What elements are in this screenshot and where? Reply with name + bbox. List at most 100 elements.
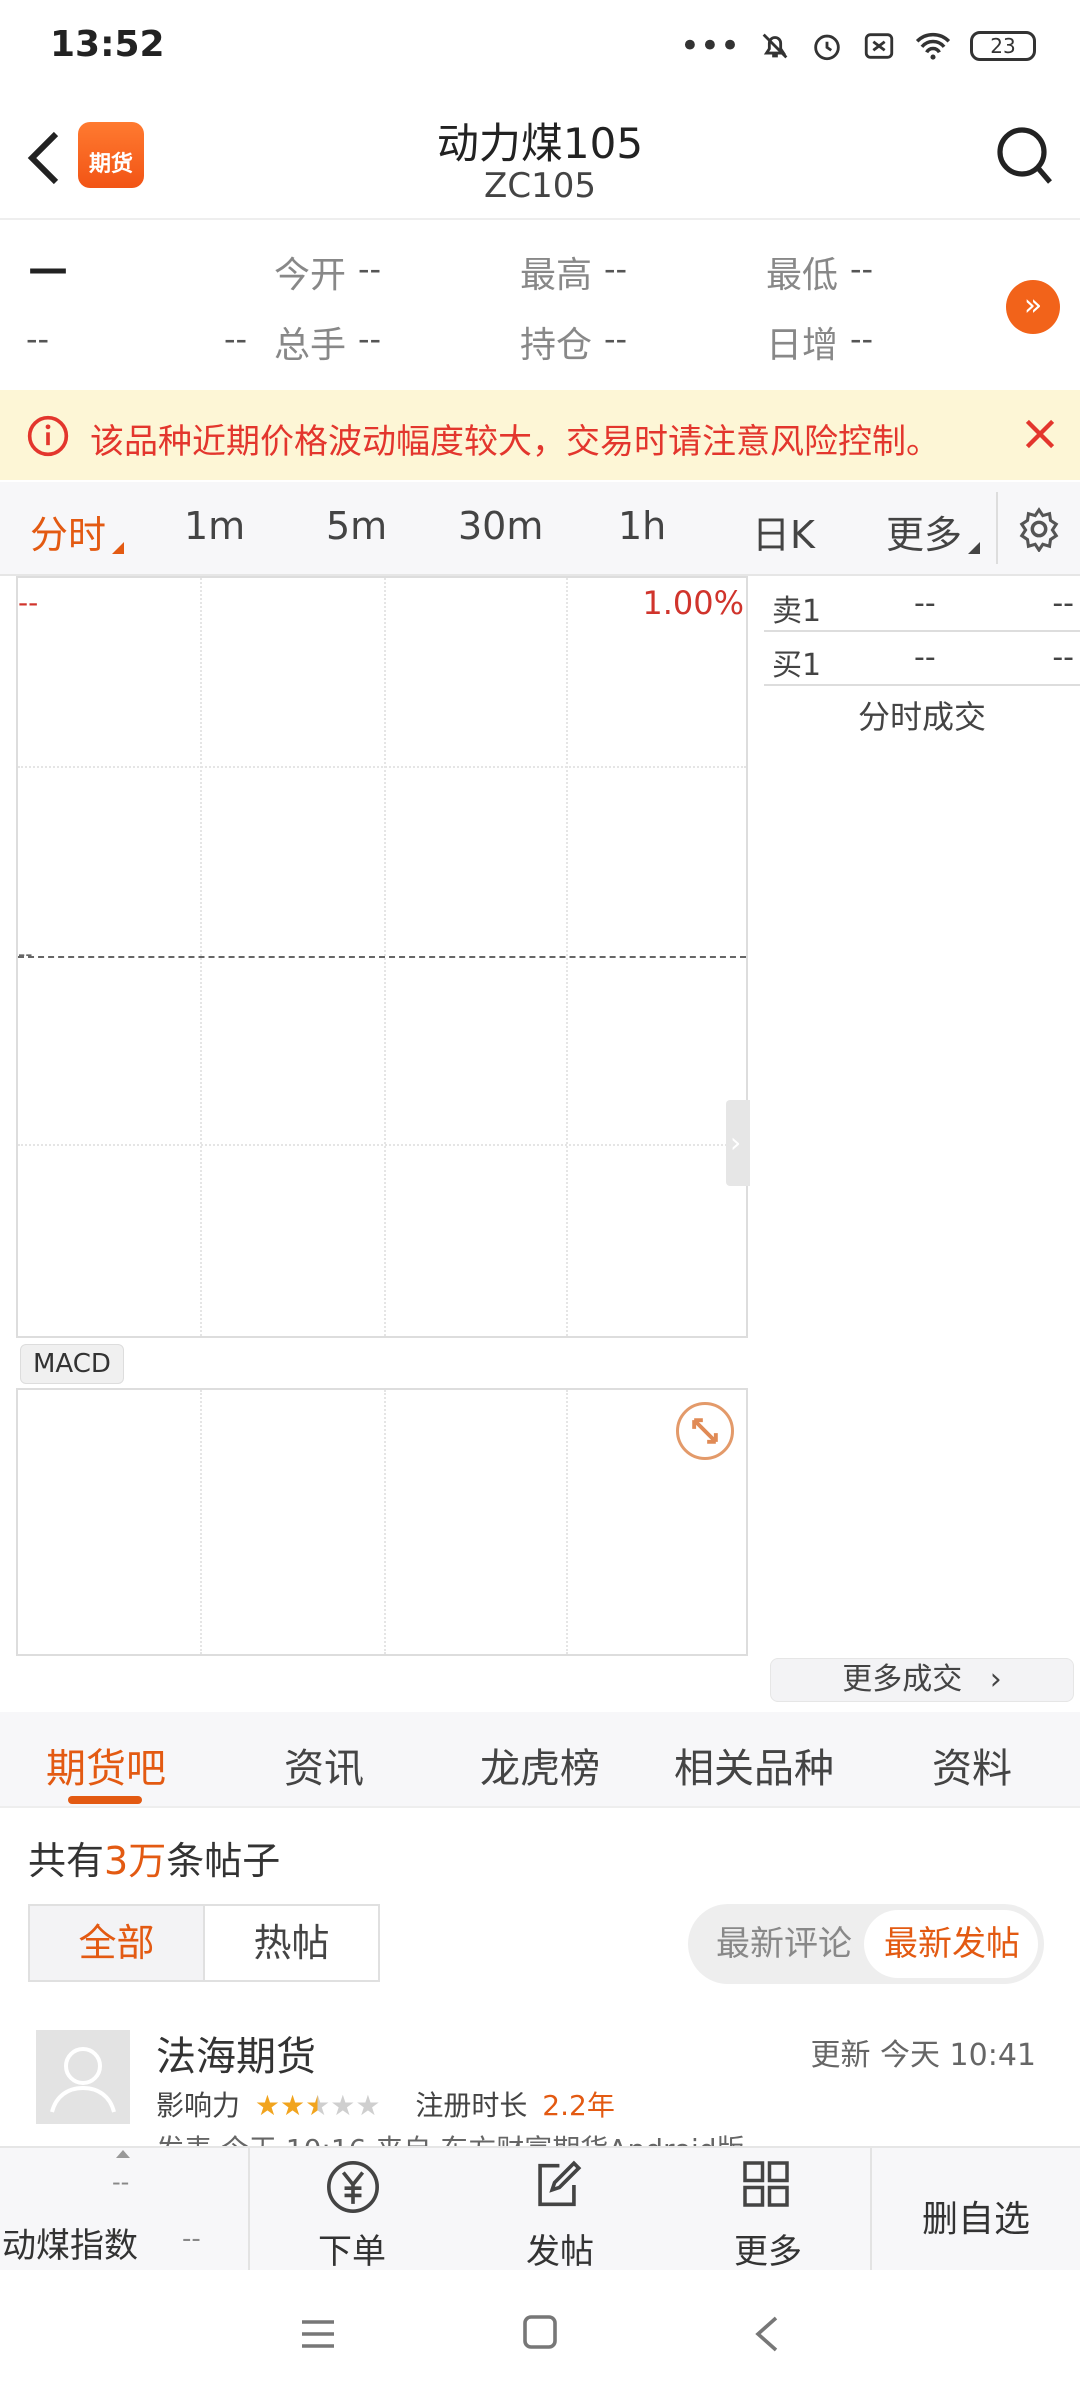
ask-1-label: 卖1 bbox=[772, 594, 822, 629]
tab-info[interactable]: 资料 bbox=[932, 1736, 1012, 1794]
nav-header: 期货 动力煤105 ZC105 bbox=[0, 96, 1080, 220]
status-time: 13:52 bbox=[50, 24, 165, 65]
chart-handle[interactable]: › bbox=[726, 1100, 750, 1186]
tab-news[interactable]: 资讯 bbox=[284, 1736, 364, 1794]
expand-quote-button[interactable]: » bbox=[1006, 280, 1060, 334]
info-icon bbox=[27, 415, 69, 457]
alarm-icon bbox=[814, 34, 840, 61]
yen-circle-icon bbox=[327, 2161, 379, 2213]
post-count-number: 3万 bbox=[104, 1839, 167, 1883]
chart-gridline bbox=[384, 1390, 386, 1654]
page-title: 动力煤105 bbox=[436, 119, 644, 168]
tab-timeframe-1h[interactable]: 1h bbox=[618, 504, 666, 548]
post-username[interactable]: 法海期货 bbox=[156, 2024, 316, 2082]
open-interest-value: -- bbox=[604, 320, 628, 358]
tab-timeframe-daily[interactable]: 日K bbox=[752, 504, 815, 559]
caret-up-icon bbox=[116, 2150, 130, 2158]
registration-label: 注册时长 bbox=[415, 2089, 528, 2122]
home-icon[interactable] bbox=[522, 2314, 558, 2350]
new-post-label: 发帖 bbox=[526, 2232, 594, 2272]
battery-icon: 23 bbox=[970, 31, 1036, 61]
quote-panel: — -- -- 今开 -- 最高 -- 最低 -- 总手 -- 持仓 -- 日增… bbox=[0, 222, 1080, 390]
avatar[interactable] bbox=[36, 2030, 130, 2124]
sort-latest-comment[interactable]: 最新评论 bbox=[716, 1904, 852, 1984]
tab-timeframe-more[interactable]: 更多 bbox=[886, 504, 962, 559]
star-empty-icon: ★ bbox=[330, 2089, 356, 2122]
star-full-icon: ★ bbox=[280, 2089, 306, 2122]
today-open-label: 今开 bbox=[274, 255, 347, 296]
macd-indicator-tag[interactable]: MACD bbox=[20, 1344, 124, 1384]
system-navigation-bar bbox=[0, 2270, 1080, 2400]
bottom-toolbar: -- 动煤指数 -- 下单 发帖 更多 删自选 bbox=[0, 2146, 1080, 2272]
registration-value: 2.2年 bbox=[542, 2089, 615, 2122]
intraday-chart[interactable]: -- 1.00% -- › bbox=[16, 576, 750, 1338]
gear-icon[interactable] bbox=[1016, 506, 1062, 552]
post-count-prefix: 共有 bbox=[28, 1839, 105, 1883]
status-icons: ••• 23 bbox=[680, 26, 1036, 66]
more-trades-button[interactable]: 更多成交 › bbox=[770, 1658, 1074, 1702]
price-change-pct: -- bbox=[224, 320, 248, 358]
tab-top-traders[interactable]: 龙虎榜 bbox=[480, 1736, 600, 1794]
bid-1-label: 买1 bbox=[772, 648, 822, 683]
ask-1-price: -- bbox=[914, 586, 936, 621]
more-button[interactable]: 更多 bbox=[710, 2148, 830, 2272]
place-order-button[interactable]: 下单 bbox=[300, 2148, 420, 2272]
sim-off-icon bbox=[864, 33, 894, 59]
timeframe-tabs: 分时 1m 5m 30m 1h 日K 更多 bbox=[0, 482, 1080, 576]
place-order-label: 下单 bbox=[318, 2232, 386, 2272]
chart-gridline bbox=[18, 1144, 746, 1146]
active-tab-indicator bbox=[68, 1796, 142, 1804]
post-count: 共有3万条帖子 bbox=[28, 1830, 280, 1885]
influence-label: 影响力 bbox=[156, 2089, 241, 2122]
low-value: -- bbox=[850, 250, 874, 288]
warning-text: 该品种近期价格波动幅度较大，交易时请注意风险控制。 bbox=[90, 422, 940, 462]
chevron-right-icon: › bbox=[730, 1126, 742, 1159]
volume-value: -- bbox=[358, 320, 382, 358]
filter-all[interactable]: 全部 bbox=[30, 1906, 205, 1980]
toolbar-divider bbox=[248, 2148, 250, 2272]
tab-timeframe-intraday[interactable]: 分时 bbox=[30, 504, 106, 559]
more-dropdown-icon bbox=[968, 542, 980, 554]
macd-zoom-button[interactable] bbox=[676, 1402, 734, 1460]
index-change: -- bbox=[182, 2224, 201, 2254]
sort-latest-post[interactable]: 最新发帖 bbox=[884, 1904, 1020, 1984]
search-icon[interactable] bbox=[996, 126, 1052, 186]
influence-stars: ★★★★★ bbox=[255, 2089, 389, 2122]
high-value: -- bbox=[604, 250, 628, 288]
chart-top-left-label: -- bbox=[18, 586, 39, 619]
close-icon[interactable] bbox=[1022, 416, 1058, 452]
chart-gridline bbox=[200, 1390, 202, 1654]
tab-divider bbox=[996, 492, 998, 564]
recent-apps-icon[interactable] bbox=[300, 2318, 336, 2350]
index-quote[interactable]: -- 动煤指数 -- bbox=[0, 2148, 248, 2272]
more-trades-label: 更多成交 bbox=[842, 1662, 963, 1697]
tab-futures-forum[interactable]: 期货吧 bbox=[46, 1736, 166, 1794]
tab-timeframe-30m[interactable]: 30m bbox=[458, 504, 543, 548]
post-sort: 最新评论 最新发帖 bbox=[688, 1904, 1044, 1984]
post-source-line: 发表 今天 10:16 来自 东方财富期货Android版 bbox=[156, 2128, 745, 2146]
status-bar: 13:52 ••• 23 bbox=[0, 0, 1080, 96]
volume-label: 总手 bbox=[274, 325, 347, 366]
trades-title: 分时成交 bbox=[857, 698, 986, 736]
macd-chart[interactable] bbox=[16, 1388, 748, 1656]
tab-related-products[interactable]: 相关品种 bbox=[674, 1736, 834, 1794]
tab-timeframe-1m[interactable]: 1m bbox=[184, 504, 245, 548]
star-full-icon: ★ bbox=[254, 2089, 281, 2122]
prev-settle-line bbox=[18, 956, 746, 958]
tab-timeframe-5m[interactable]: 5m bbox=[326, 504, 387, 548]
new-post-button[interactable]: 发帖 bbox=[502, 2148, 622, 2272]
post-count-suffix: 条帖子 bbox=[166, 1839, 281, 1883]
system-back-icon[interactable] bbox=[752, 2314, 780, 2354]
price-change: -- bbox=[26, 320, 50, 358]
more-dots-icon: ••• bbox=[679, 26, 740, 66]
post-updated-time: 更新 今天 10:41 bbox=[810, 2038, 1036, 2073]
content-tabs: 期货吧 资讯 龙虎榜 相关品种 资料 bbox=[0, 1712, 1080, 1808]
chart-top-right-label: 1.00% bbox=[642, 584, 744, 622]
risk-warning-banner: 该品种近期价格波动幅度较大，交易时请注意风险控制。 bbox=[0, 390, 1080, 480]
remove-watchlist-button[interactable]: 删自选 bbox=[872, 2190, 1080, 2242]
filter-hot[interactable]: 热帖 bbox=[205, 1906, 378, 1980]
chart-gridline bbox=[18, 766, 746, 768]
chevron-right-icon: › bbox=[989, 1662, 1002, 1697]
edit-icon bbox=[538, 2160, 582, 2207]
post-filter: 全部 热帖 bbox=[28, 1904, 380, 1982]
